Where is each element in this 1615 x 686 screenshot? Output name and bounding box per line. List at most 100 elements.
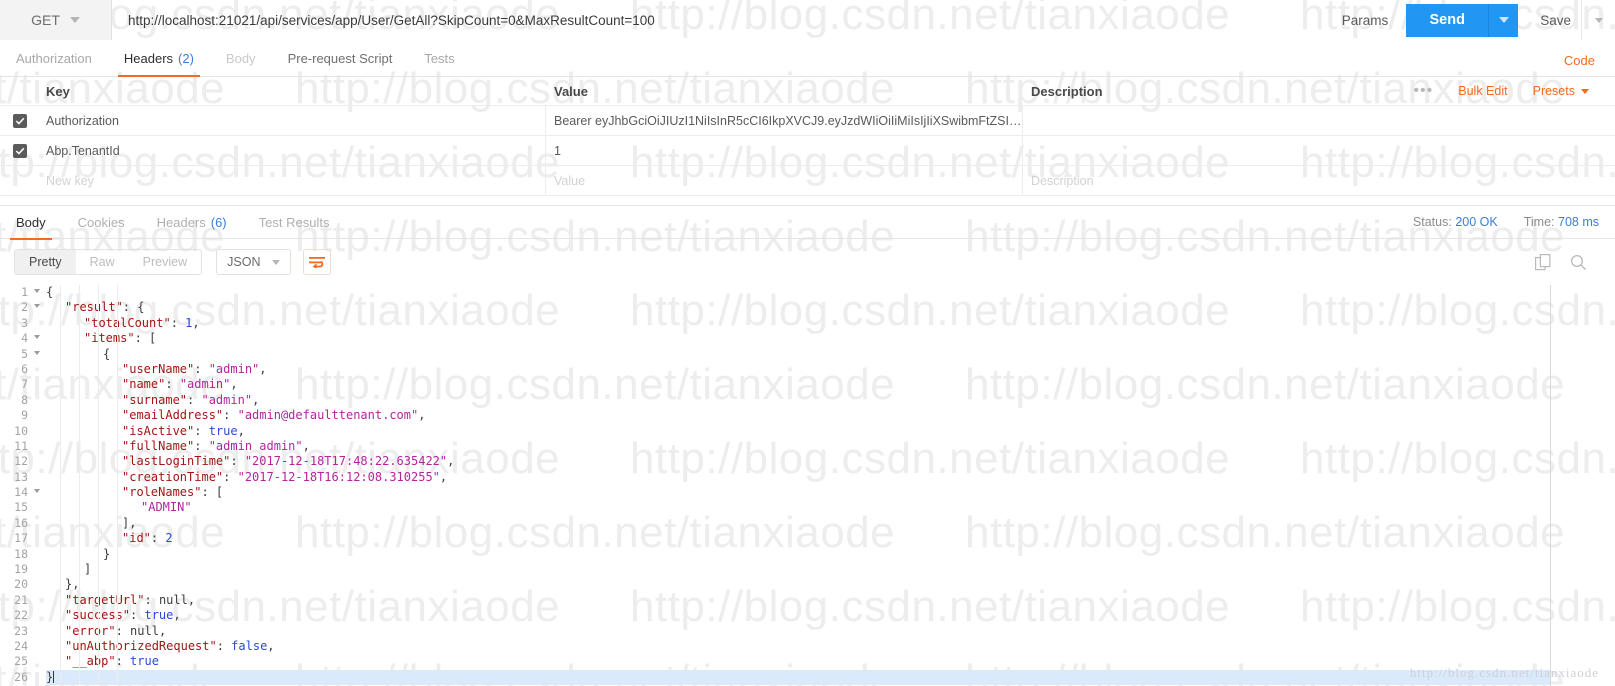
code-line: ], [46,516,1550,531]
json-token-k: "isActive" [122,423,195,438]
code-line: "__abp": true [46,654,1550,669]
json-token-k: "roleNames" [122,485,202,500]
line-number: 24 [14,638,28,653]
presets-button[interactable]: Presets [1519,84,1601,98]
fold-arrow-icon[interactable] [34,304,40,309]
header-key-cell[interactable]: Abp.TenantId [40,136,546,165]
json-token-p: : { [122,300,145,315]
json-token-p: : [223,408,238,423]
header-key-text: Abp.TenantId [46,143,120,158]
fold-arrow-icon[interactable] [34,489,40,494]
json-token-p: : [216,638,232,653]
view-mode-raw[interactable]: Raw [76,250,129,274]
view-mode-pretty[interactable]: Pretty [15,250,76,274]
save-options-button[interactable] [1581,0,1615,40]
response-tab-cookies[interactable]: Cookies [62,206,141,239]
send-options-button[interactable] [1488,3,1519,37]
request-tab-authorization[interactable]: Authorization [0,40,108,76]
save-button[interactable]: Save [1524,0,1581,40]
word-wrap-button[interactable] [303,249,332,275]
json-token-p: }, [65,577,80,592]
tab-label: Test Results [258,214,330,230]
new-description-input[interactable]: Description [1031,174,1094,188]
header-description-cell[interactable] [1023,106,1615,135]
code-line: } [46,547,1550,562]
check-icon [15,147,25,155]
header-enabled-checkbox[interactable] [13,113,27,128]
line-number: 22 [14,608,28,623]
response-tab-headers[interactable]: Headers (6) [141,206,243,239]
indent-guide [98,285,99,686]
fold-arrow-icon[interactable] [34,350,40,355]
view-mode-preview[interactable]: Preview [129,250,201,274]
header-value-cell[interactable]: Bearer eyJhbGciOiJIUzI1NiIsInR5cCI6IkpXV… [546,106,1023,135]
json-token-nul: null [130,623,159,638]
response-body-editor[interactable]: 1 2 3 4 5 6 7 8 9 10 11 12 13 14 15 16 17 18 19 20 21 22 23 24 2… [0,285,1551,686]
check-icon [15,117,25,125]
code-line: "error": null, [46,624,1550,639]
json-token-p: , [230,377,238,392]
header-description-cell[interactable] [1023,136,1615,165]
code-line: "unAuthorizedRequest": false, [46,639,1550,654]
http-method-selector[interactable]: GET [0,0,112,40]
response-tab-body[interactable]: Body [0,206,62,240]
header-value-cell[interactable]: 1 [546,136,1023,165]
request-url-bar: GET http://localhost:21021/api/services/… [0,0,1615,40]
text-cursor [53,670,55,683]
json-token-p: , [158,623,167,638]
line-number: 14 [0,485,42,500]
json-token-b: true [144,608,174,623]
request-url-input[interactable]: http://localhost:21021/api/services/app/… [112,0,1324,40]
json-lines: {"result": {"totalCount": 1, "items": [{"… [46,285,1550,686]
request-tab-headers[interactable]: Headers (2) [108,40,210,77]
view-mode-switch: Pretty Raw Preview [14,249,203,275]
json-token-s: "admin" [179,377,231,392]
http-method-label: GET [31,12,60,28]
table-row[interactable]: Authorization Bearer eyJhbGciOiJIUzI1NiIs… [0,106,1615,136]
response-tab-test-results[interactable]: Test Results [243,206,346,239]
header-enabled-checkbox[interactable] [13,143,27,158]
json-token-p: { [46,285,54,299]
params-button[interactable]: Params [1324,0,1407,40]
code-line: "isActive": true, [46,424,1550,439]
line-number: 10 [14,423,28,438]
response-format-select[interactable]: JSON [216,249,292,275]
send-button[interactable]: Send [1406,3,1489,37]
header-key-text: Authorization [46,113,119,128]
search-button[interactable] [1570,254,1587,271]
copy-button[interactable] [1535,253,1552,271]
bulk-edit-button[interactable]: Bulk Edit [1445,84,1519,98]
json-token-s: "admin" [208,361,260,376]
line-number: 19 [14,562,28,577]
send-button-group: Send [1406,0,1524,40]
new-header-row[interactable]: New key Value Description [0,166,1615,196]
code-line: { [46,285,1550,300]
line-number: 7 [21,377,28,392]
code-line: "userName": "admin", [46,362,1550,377]
more-options-icon[interactable]: ••• [1401,83,1445,99]
row-checkbox-cell [0,113,40,128]
code-link[interactable]: Code [1564,53,1595,76]
json-token-k: "result" [65,300,123,315]
request-tab-body[interactable]: Body [210,40,272,76]
request-tab-pre-request-script[interactable]: Pre-request Script [272,40,409,76]
header-key-cell[interactable]: Authorization [40,106,546,135]
table-row[interactable]: Abp.TenantId 1 [0,136,1615,166]
time-badge: Time: 708 ms [1524,215,1599,229]
new-value-input[interactable]: Value [554,174,585,188]
fold-arrow-icon[interactable] [34,289,40,293]
new-key-input[interactable]: New key [46,174,94,188]
column-header-key: Key [46,83,70,99]
line-number: 18 [14,546,28,561]
code-line: "surname": "admin", [46,393,1550,408]
json-token-p: , [302,438,310,453]
chevron-down-icon [69,17,80,23]
column-header-value: Value [554,83,588,99]
code-line: } [46,669,1550,686]
fold-arrow-icon[interactable] [34,335,40,340]
line-number: 13 [14,469,28,484]
request-tab-tests[interactable]: Tests [408,40,470,76]
line-number: 16 [14,515,28,530]
code-line: { [46,347,1550,362]
code-line: "targetUrl": null, [46,593,1550,608]
